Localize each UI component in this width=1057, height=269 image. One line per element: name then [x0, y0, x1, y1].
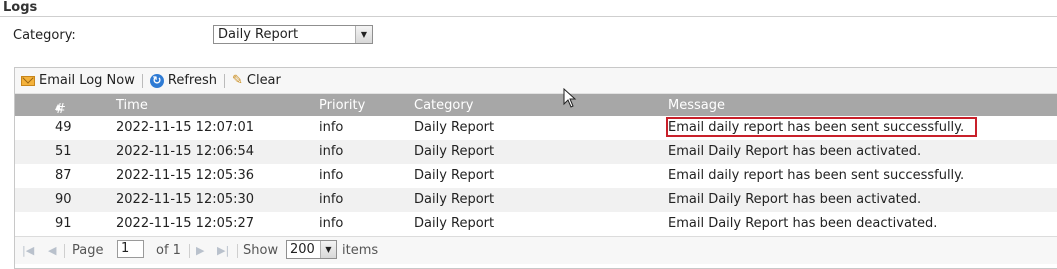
table-row[interactable]: 90 2022-11-15 12:05:30 info Daily Report… [15, 188, 1057, 212]
cell-number: 49 [55, 120, 72, 135]
refresh-label: Refresh [167, 73, 217, 88]
cell-priority: info [319, 120, 344, 135]
pager-divider [189, 244, 190, 258]
cell-category: Daily Report [414, 120, 495, 135]
table-row[interactable]: 51 2022-11-15 12:06:54 info Daily Report… [15, 140, 1057, 164]
mouse-cursor-icon [563, 88, 577, 108]
column-header-message[interactable]: Message [668, 98, 725, 113]
log-grid: Email Log Now ↻ Refresh ✎ Clear # ▲ Time… [14, 67, 1057, 269]
page-label: Page [72, 243, 104, 258]
table-header: # ▲ Time Priority Category Message [15, 94, 1057, 117]
page-count-label: of 1 [156, 243, 181, 258]
cell-message: Email Daily Report has been activated. [668, 192, 922, 207]
cell-category: Daily Report [414, 192, 495, 207]
page-size-value: 200 [290, 242, 315, 257]
divider [0, 16, 1057, 17]
next-page-icon[interactable]: ▶ [196, 244, 204, 257]
column-header-category[interactable]: Category [414, 98, 473, 113]
cell-message: Email Daily Report has been activated. [668, 144, 922, 159]
previous-page-icon[interactable]: ◀ [48, 244, 56, 257]
sort-ascending-icon: ▲ [55, 102, 62, 111]
cell-category: Daily Report [414, 168, 495, 183]
show-label: Show [243, 243, 279, 258]
category-select-value: Daily Report [218, 27, 299, 42]
mail-icon [21, 75, 35, 86]
last-page-icon[interactable]: ▶| [217, 244, 229, 257]
column-header-time[interactable]: Time [116, 98, 148, 113]
cell-category: Daily Report [414, 144, 495, 159]
cell-priority: info [319, 216, 344, 231]
clear-button[interactable]: ✎ Clear [232, 73, 281, 88]
toolbar-divider [141, 73, 143, 88]
cell-number: 91 [55, 216, 72, 231]
chevron-down-icon[interactable]: ▼ [320, 241, 336, 258]
chevron-down-icon[interactable]: ▼ [355, 26, 372, 43]
items-label: items [342, 243, 379, 258]
pager-divider [64, 244, 65, 258]
cell-number: 87 [55, 168, 72, 183]
table-row[interactable]: 91 2022-11-15 12:05:27 info Daily Report… [15, 212, 1057, 236]
clear-label: Clear [246, 73, 281, 88]
cell-category: Daily Report [414, 216, 495, 231]
cell-priority: info [319, 144, 344, 159]
cell-time: 2022-11-15 12:06:54 [116, 144, 255, 159]
cell-number: 51 [55, 144, 72, 159]
cell-message: Email Daily Report has been deactivated. [668, 216, 938, 231]
pagination-bar: |◀ ◀ Page 1 of 1 ▶ ▶| Show 200 ▼ items [15, 236, 1057, 264]
page-number-input[interactable]: 1 [117, 240, 144, 258]
section-title: Logs [3, 0, 38, 15]
refresh-button[interactable]: ↻ Refresh [149, 73, 217, 88]
table-row[interactable]: 49 2022-11-15 12:07:01 info Daily Report… [15, 116, 1057, 140]
cell-time: 2022-11-15 12:05:36 [116, 168, 255, 183]
highlight-box [666, 117, 977, 137]
pager-divider [237, 244, 238, 258]
column-header-priority[interactable]: Priority [319, 98, 365, 113]
cell-priority: info [319, 192, 344, 207]
email-log-now-button[interactable]: Email Log Now [21, 73, 135, 88]
cell-time: 2022-11-15 12:07:01 [116, 120, 255, 135]
email-log-now-label: Email Log Now [39, 73, 135, 88]
cell-number: 90 [55, 192, 72, 207]
table-row[interactable]: 87 2022-11-15 12:05:36 info Daily Report… [15, 164, 1057, 188]
cell-priority: info [319, 168, 344, 183]
category-label: Category: [13, 28, 76, 43]
cell-message: Email daily report has been sent success… [668, 168, 965, 183]
broom-icon: ✎ [231, 73, 243, 88]
refresh-icon: ↻ [149, 73, 164, 88]
cell-time: 2022-11-15 12:05:30 [116, 192, 255, 207]
log-toolbar: Email Log Now ↻ Refresh ✎ Clear [15, 68, 1057, 94]
first-page-icon[interactable]: |◀ [22, 244, 34, 257]
toolbar-divider [223, 73, 225, 88]
category-select[interactable]: Daily Report ▼ [213, 25, 373, 44]
cell-time: 2022-11-15 12:05:27 [116, 216, 255, 231]
page-size-select[interactable]: 200 ▼ [286, 240, 337, 259]
